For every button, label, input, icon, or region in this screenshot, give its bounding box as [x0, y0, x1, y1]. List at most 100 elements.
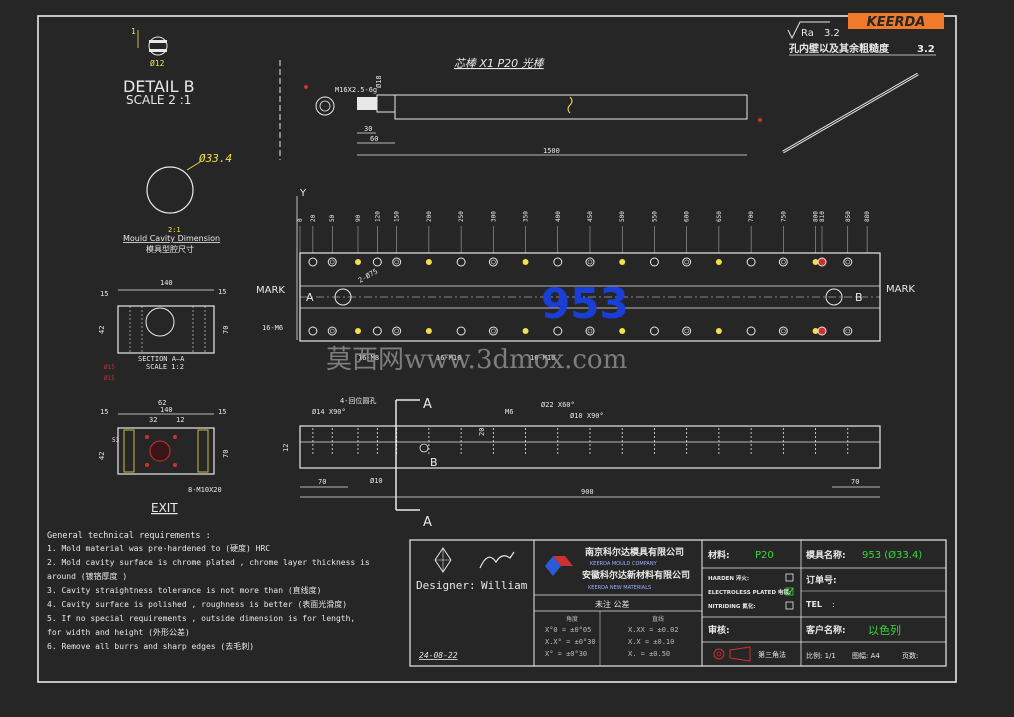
exit-thread: 8-M10X20 [188, 486, 222, 494]
plan-holes-top [308, 257, 853, 267]
process-harden: HARDEN 淬火: [708, 574, 749, 582]
bolt-hole [778, 326, 788, 336]
tick-label: 90 [355, 214, 362, 222]
tick-label: 120 [374, 211, 381, 222]
side-m6: M6 [505, 408, 513, 416]
rod-d18: Ø18 [375, 75, 383, 88]
mark-right: MARK [886, 284, 915, 295]
keerda-logo: KEERDA [848, 13, 944, 30]
screw-hole [308, 326, 318, 336]
roughness-note-text: 孔内壁以及其余粗糙度 [789, 42, 890, 55]
side-note: 4-回位圆孔 [340, 396, 376, 405]
projection-label: 第三角法 [758, 650, 786, 659]
section-w15-right: 15 [218, 288, 226, 296]
drawing-canvas: KEERDA Ra 3.2 孔内壁以及其余粗糙度 3.2 1 Ø12 DETAI… [37, 13, 957, 683]
side-d10: Ø10 [370, 477, 383, 485]
bolt-hole-inner [845, 259, 851, 265]
detail-b: 1 Ø12 DETAIL B SCALE 2 :1 [123, 27, 195, 107]
bolt-hole-inner [491, 259, 496, 265]
requirement-line: 4. Cavity surface is polished , roughnes… [47, 599, 347, 609]
material-value: P20 [755, 550, 774, 561]
requirement-line: 2. Mold cavity surface is chrome plated … [47, 558, 370, 567]
screw-hole [372, 257, 382, 267]
exit-w140: 140 [160, 406, 173, 414]
requirement-line: 3. Cavity straightness tolerance is not … [47, 585, 321, 595]
tick-label: 0 [297, 218, 304, 222]
tick-label: 450 [587, 211, 594, 222]
tick-label: 600 [684, 211, 691, 222]
exit-d32: 32 [149, 416, 157, 424]
side-d20: 20 [478, 428, 486, 436]
pin-hole [355, 328, 361, 334]
side-h12: 12 [282, 444, 290, 452]
bolt-hole [488, 326, 498, 336]
plate-number: 953 [541, 279, 629, 328]
mould-name-value: 953 (Ø33.4) [862, 549, 922, 561]
bolt-hole [392, 257, 402, 267]
mould-name-label: 模具名称: [806, 549, 846, 561]
section-title: SECTION A—A [138, 355, 185, 363]
material-label: 材料: [707, 549, 730, 561]
bolt-hole [778, 257, 788, 267]
requirement-line: 1. Mold material was pre-hardened to (硬度… [47, 543, 270, 553]
tol-angle: X°0 = ±0°05 [545, 626, 591, 634]
bolt-hole [392, 326, 402, 336]
plan-label-a: A [306, 291, 314, 304]
logo-text: KEERDA [867, 15, 926, 30]
customer-label: 客户名称: [805, 624, 846, 636]
company-cn-2: 安徽科尔达新材料有限公司 [582, 569, 690, 581]
tol-angle: X° = ±0°30 [545, 650, 587, 658]
customer-value: 以色列 [868, 623, 901, 637]
tick-label: 400 [555, 211, 562, 222]
tel-label: TEL [806, 600, 822, 609]
bolt-hole [843, 257, 853, 267]
technical-requirements: General technical requirements : 1. Mold… [47, 531, 370, 651]
company-cn-1: 南京科尔达模具有限公司 [585, 546, 684, 558]
tick-label: 810 [819, 211, 826, 222]
rod-d60: 60 [370, 135, 378, 143]
requirement-line: 6. Remove all burrs and sharp edges (去毛刺… [47, 641, 254, 651]
scale-label: 比例: 1/1 [806, 651, 836, 660]
pin-hole [355, 259, 361, 265]
side-d10x: Ø10 X90° [570, 412, 604, 420]
tolerance-table: X°0 = ±0°05 X.XX = ±0.02 X.X° = ±0°30 X.X =… [545, 626, 679, 658]
tick-label: 350 [523, 211, 530, 222]
hole-callout-left2: 2-Ø75 [357, 267, 379, 284]
tolerance-note: 未注 公差 [595, 599, 630, 609]
tick-label: 300 [490, 211, 497, 222]
requirement-line: around (镀铬厚度 ) [47, 571, 127, 581]
screw-hole [746, 326, 756, 336]
cavity-caption: Mould Cavity Dimension [123, 234, 220, 243]
screw-hole [817, 257, 827, 267]
tick-label: 50 [329, 214, 336, 222]
tick-label: 650 [716, 211, 723, 222]
process-plating: ELECTROLESS PLATED 电镀: [708, 588, 791, 596]
exit-w15-left: 15 [100, 408, 108, 416]
side-label-b: B [430, 456, 438, 469]
bolt-hole [682, 326, 692, 336]
side-d70-left: 70 [318, 478, 326, 486]
pin-hole [715, 259, 722, 265]
side-d22: Ø22 X60° [541, 401, 575, 409]
tick-label: 850 [845, 211, 852, 222]
plate-side-view: A A B 4-回位圆孔 Ø14 X90° M6 Ø22 X60° Ø10 X9… [282, 396, 881, 530]
pin-hole [425, 328, 432, 334]
tol-linear: X.XX = ±0.02 [628, 626, 679, 634]
designer-label: Designer: [416, 579, 476, 592]
pin-hole [619, 259, 626, 265]
requirement-line: for width and height (外形公差) [47, 627, 190, 637]
watermark: 莫西网www.3dmox.com [326, 345, 627, 375]
section-note-1: Ø15 [104, 364, 115, 371]
plan-ticks: 0 20 50 90 120 150 200 250 300 350 400 450 500 550 600… [297, 211, 871, 253]
bolt-hole [585, 326, 595, 336]
requirements-lines: 1. Mold material was pre-hardened to (硬度… [47, 543, 370, 651]
cavity-caption-cn: 模具型腔尺寸 [146, 244, 194, 254]
side-d14: Ø14 X90° [312, 408, 346, 416]
screw-hole [456, 257, 466, 267]
tol-linear: X. = ±0.50 [628, 650, 670, 658]
screw-hole [308, 257, 318, 267]
bolt-hole-inner [845, 328, 851, 334]
hole-callout-left: 16-M6 [262, 324, 283, 332]
requirements-title: General technical requirements : [47, 531, 211, 541]
pages-label: 页数: [902, 651, 918, 660]
